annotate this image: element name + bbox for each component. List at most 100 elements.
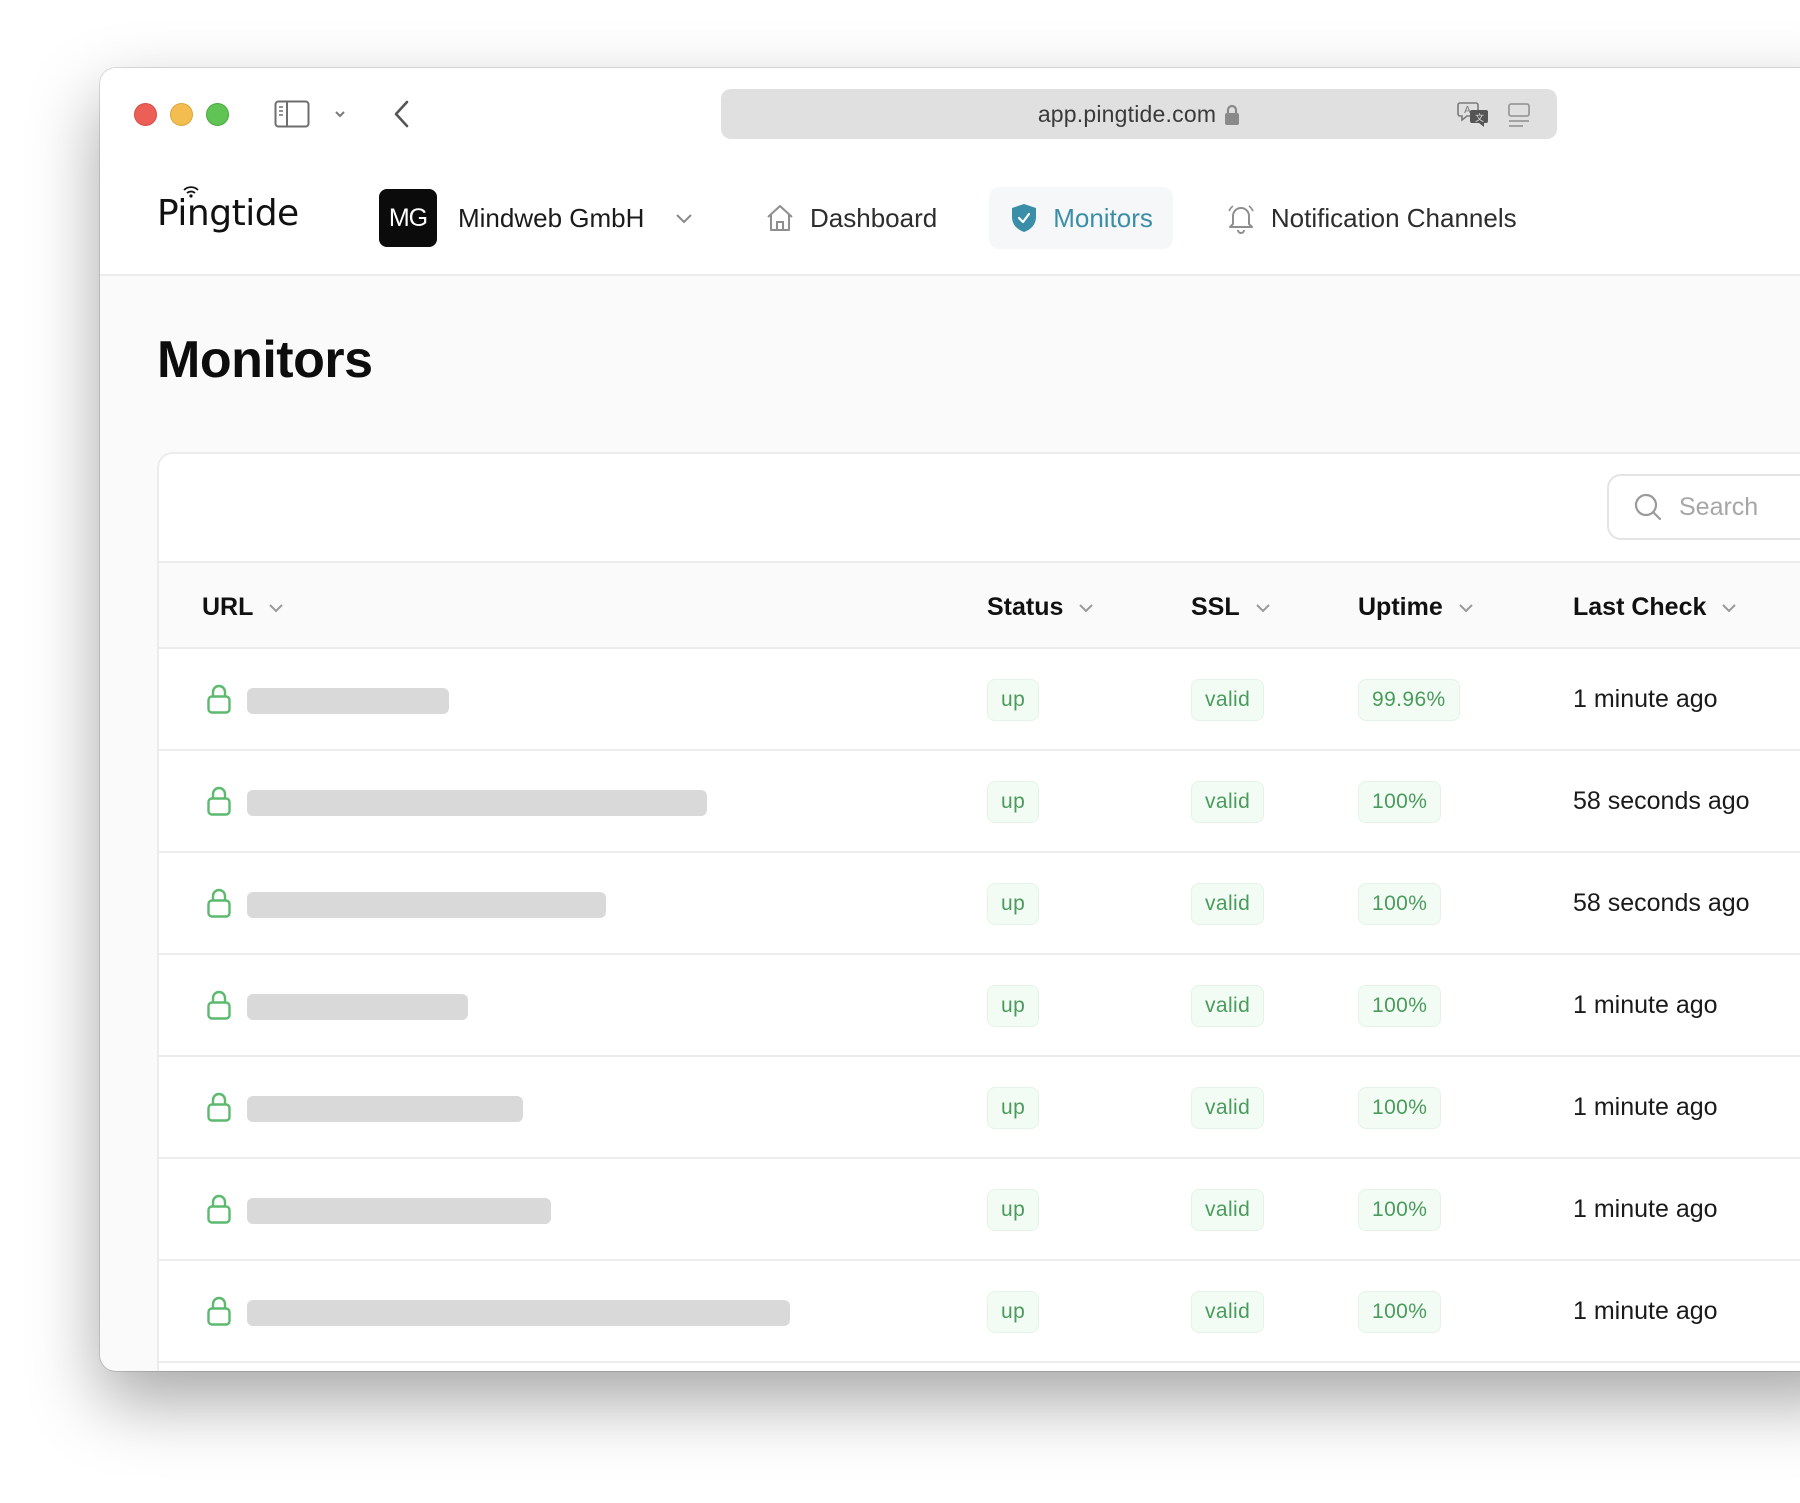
status-badge: up bbox=[987, 1189, 1040, 1231]
table-body: up valid 99.96% 1 minute ago up valid 10… bbox=[159, 649, 1800, 1363]
close-window-button[interactable] bbox=[134, 103, 157, 126]
search-field[interactable] bbox=[1607, 474, 1800, 540]
url-redacted[interactable] bbox=[247, 1300, 790, 1326]
column-label: Last Check bbox=[1573, 593, 1707, 621]
table-header: URL Status SSL Uptime Last Check bbox=[159, 561, 1800, 649]
url-redacted[interactable] bbox=[247, 790, 707, 816]
uptime-badge: 100% bbox=[1358, 781, 1442, 823]
table-row[interactable]: up valid 99.96% 1 minute ago bbox=[159, 649, 1800, 751]
last-check-text: 1 minute ago bbox=[1573, 1297, 1718, 1325]
ssl-badge: valid bbox=[1191, 985, 1265, 1027]
ssl-lock-icon bbox=[207, 1092, 231, 1122]
ssl-lock-icon bbox=[207, 1194, 231, 1224]
uptime-badge: 100% bbox=[1358, 1087, 1442, 1129]
ssl-badge: valid bbox=[1191, 1291, 1265, 1333]
uptime-badge: 100% bbox=[1358, 1291, 1442, 1333]
nav-notification-channels[interactable]: Notification Channels bbox=[1205, 187, 1537, 249]
home-icon bbox=[767, 205, 793, 231]
search-icon bbox=[1634, 493, 1662, 521]
sort-chevron-icon bbox=[269, 603, 284, 612]
url-redacted[interactable] bbox=[247, 1096, 523, 1122]
status-badge: up bbox=[987, 1291, 1040, 1333]
address-bar[interactable]: app.pingtide.com A 文 bbox=[721, 89, 1557, 139]
sort-chevron-icon bbox=[1722, 603, 1737, 612]
back-arrow-icon[interactable] bbox=[390, 98, 414, 130]
chevron-down-icon[interactable] bbox=[332, 106, 348, 122]
ssl-lock-icon bbox=[207, 990, 231, 1020]
ssl-badge: valid bbox=[1191, 781, 1265, 823]
url-redacted[interactable] bbox=[247, 892, 606, 918]
ssl-badge: valid bbox=[1191, 1087, 1265, 1129]
bell-icon bbox=[1228, 205, 1254, 234]
table-row[interactable]: up valid 100% 1 minute ago bbox=[159, 1261, 1800, 1363]
last-check-text: 1 minute ago bbox=[1573, 1195, 1718, 1223]
table-row[interactable]: up valid 100% 1 minute ago bbox=[159, 1057, 1800, 1159]
monitors-table-card: URL Status SSL Uptime Last Check bbox=[157, 452, 1800, 1371]
nav-monitors[interactable]: Monitors bbox=[989, 187, 1173, 249]
ssl-badge: valid bbox=[1191, 679, 1265, 721]
ssl-badge: valid bbox=[1191, 883, 1265, 925]
page-title: Monitors bbox=[157, 331, 373, 389]
org-switcher[interactable]: MG Mindweb GmbH bbox=[379, 189, 694, 247]
translate-icon[interactable]: A 文 bbox=[1457, 100, 1491, 128]
window-controls bbox=[134, 103, 229, 126]
url-redacted[interactable] bbox=[247, 688, 449, 714]
column-label: Status bbox=[987, 593, 1064, 621]
chevron-down-icon bbox=[676, 214, 693, 224]
search-input[interactable] bbox=[1679, 492, 1800, 522]
pingtide-logo[interactable]: Pingtide bbox=[157, 193, 299, 234]
table-row[interactable]: up valid 100% 58 seconds ago bbox=[159, 751, 1800, 853]
url-text: app.pingtide.com bbox=[1037, 101, 1217, 127]
nav-monitors-label: Monitors bbox=[1053, 202, 1153, 233]
ssl-badge: valid bbox=[1191, 1189, 1265, 1231]
status-badge: up bbox=[987, 781, 1040, 823]
column-label: URL bbox=[202, 593, 254, 621]
uptime-badge: 99.96% bbox=[1358, 679, 1460, 721]
column-header-url[interactable]: URL bbox=[202, 593, 285, 622]
column-header-ssl[interactable]: SSL bbox=[1191, 593, 1272, 622]
last-check-text: 58 seconds ago bbox=[1573, 889, 1750, 917]
nav-dashboard[interactable]: Dashboard bbox=[764, 187, 957, 249]
sidebar-toggle-icon[interactable] bbox=[274, 100, 310, 128]
uptime-badge: 100% bbox=[1358, 883, 1442, 925]
column-header-last-check[interactable]: Last Check bbox=[1573, 593, 1738, 622]
table-row[interactable]: up valid 100% 1 minute ago bbox=[159, 955, 1800, 1057]
sort-chevron-icon bbox=[1459, 603, 1473, 612]
nav-dashboard-label: Dashboard bbox=[810, 202, 938, 233]
svg-text:A: A bbox=[1464, 105, 1471, 116]
main-nav: Dashboard Monitors Notification Channels bbox=[764, 187, 1569, 249]
last-check-text: 58 seconds ago bbox=[1573, 787, 1750, 815]
column-label: Uptime bbox=[1358, 593, 1443, 621]
last-check-text: 1 minute ago bbox=[1573, 1093, 1718, 1121]
url-redacted[interactable] bbox=[247, 994, 468, 1020]
status-badge: up bbox=[987, 883, 1040, 925]
browser-window: app.pingtide.com A 文 Pingtide MG Mindweb… bbox=[100, 68, 1800, 1371]
last-check-text: 1 minute ago bbox=[1573, 991, 1718, 1019]
nav-notification-channels-label: Notification Channels bbox=[1270, 202, 1517, 233]
org-name: Mindweb GmbH bbox=[458, 202, 645, 233]
ssl-lock-icon bbox=[207, 1296, 231, 1326]
signal-icon bbox=[183, 186, 199, 198]
column-label: SSL bbox=[1191, 593, 1240, 621]
uptime-badge: 100% bbox=[1358, 1189, 1442, 1231]
status-badge: up bbox=[987, 679, 1040, 721]
shield-check-icon bbox=[1012, 204, 1037, 232]
url-redacted[interactable] bbox=[247, 1198, 551, 1224]
maximize-window-button[interactable] bbox=[206, 103, 229, 126]
last-check-text: 1 minute ago bbox=[1573, 685, 1718, 713]
lock-icon bbox=[1225, 104, 1240, 125]
table-row[interactable]: up valid 100% 58 seconds ago bbox=[159, 853, 1800, 955]
sort-chevron-icon bbox=[1079, 603, 1094, 612]
table-row[interactable]: up valid 100% 1 minute ago bbox=[159, 1159, 1800, 1261]
uptime-badge: 100% bbox=[1358, 985, 1442, 1027]
column-header-status[interactable]: Status bbox=[987, 593, 1095, 622]
reader-icon[interactable] bbox=[1507, 102, 1531, 128]
app-header: app.pingtide.com A 文 Pingtide MG Mindweb… bbox=[100, 68, 1800, 276]
ssl-lock-icon bbox=[207, 684, 231, 714]
minimize-window-button[interactable] bbox=[170, 103, 193, 126]
status-badge: up bbox=[987, 1087, 1040, 1129]
column-header-uptime[interactable]: Uptime bbox=[1358, 593, 1475, 622]
svg-text:文: 文 bbox=[1475, 112, 1484, 124]
ssl-lock-icon bbox=[207, 888, 231, 918]
sort-chevron-icon bbox=[1255, 603, 1270, 612]
